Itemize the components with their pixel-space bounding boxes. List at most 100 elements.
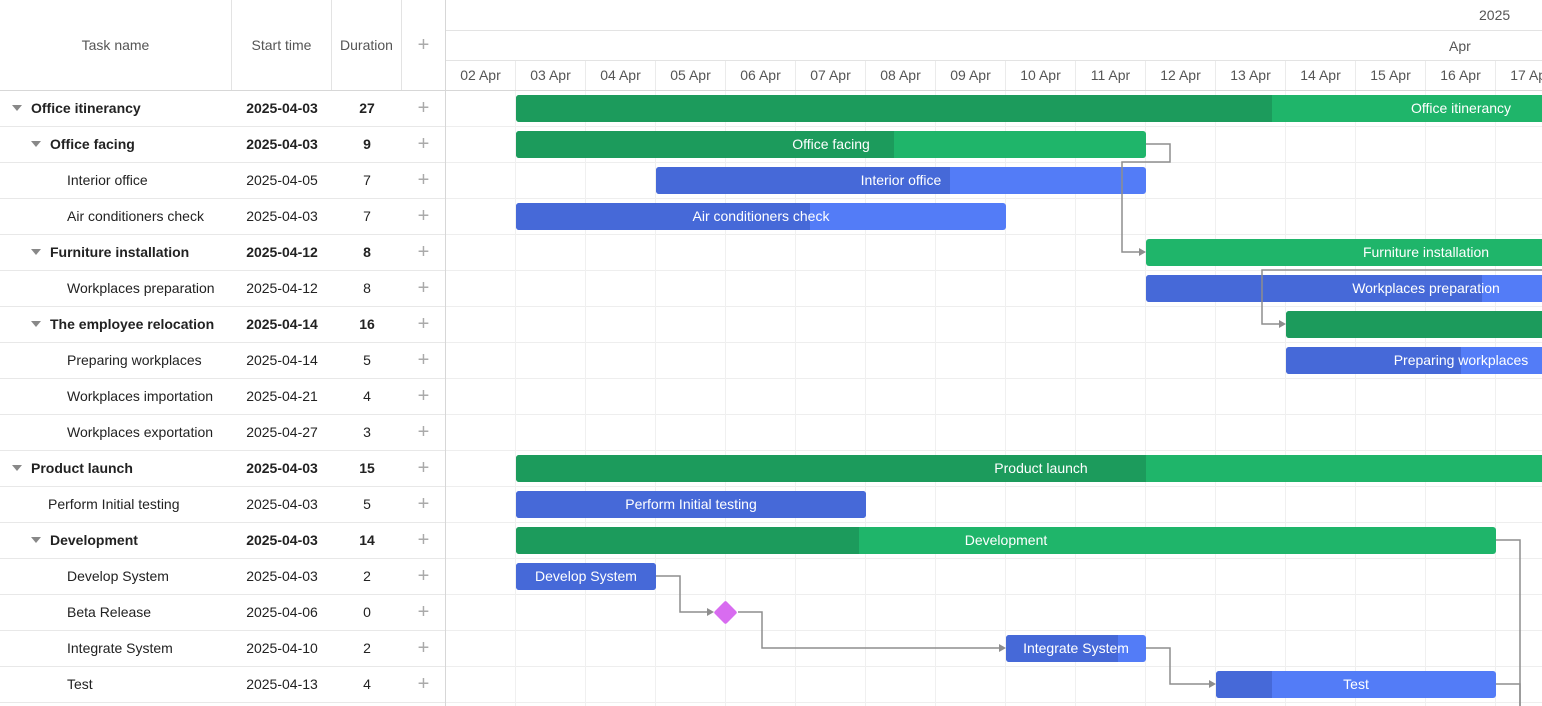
task-row[interactable]: Workplaces preparation 2025-04-12 8 + xyxy=(0,271,445,307)
task-row[interactable]: Furniture installation 2025-04-12 8 + xyxy=(0,235,445,271)
start-time-cell[interactable]: 2025-04-27 xyxy=(232,415,332,450)
duration-cell[interactable]: 8 xyxy=(332,235,402,270)
start-time-cell[interactable]: 2025-04-06 xyxy=(232,595,332,630)
task-name-cell[interactable]: The employee relocation xyxy=(0,307,232,342)
duration-cell[interactable]: 8 xyxy=(332,271,402,306)
start-time-cell[interactable]: 2025-04-21 xyxy=(232,379,332,414)
project-bar[interactable] xyxy=(1286,311,1542,338)
collapse-toggle-icon[interactable] xyxy=(31,321,41,327)
task-row[interactable]: Development 2025-04-03 14 + xyxy=(0,523,445,559)
start-time-cell[interactable]: 2025-04-05 xyxy=(232,163,332,198)
duration-cell[interactable]: 4 xyxy=(332,667,402,702)
column-header-task-name[interactable]: Task name xyxy=(0,0,232,90)
project-bar[interactable]: Office facing xyxy=(516,131,1146,158)
add-subtask-button[interactable]: + xyxy=(402,595,445,630)
project-bar[interactable]: Development xyxy=(516,527,1496,554)
task-row[interactable]: Perform Initial testing 2025-04-03 5 + xyxy=(0,487,445,523)
task-name-cell[interactable]: Interior office xyxy=(0,163,232,198)
project-bar[interactable]: Furniture installation xyxy=(1146,239,1542,266)
start-time-cell[interactable]: 2025-04-03 xyxy=(232,91,332,126)
task-row[interactable]: Preparing workplaces 2025-04-14 5 + xyxy=(0,343,445,379)
add-subtask-button[interactable]: + xyxy=(402,307,445,342)
start-time-cell[interactable]: 2025-04-03 xyxy=(232,199,332,234)
add-subtask-button[interactable]: + xyxy=(402,91,445,126)
duration-cell[interactable]: 2 xyxy=(332,559,402,594)
duration-cell[interactable]: 16 xyxy=(332,307,402,342)
collapse-toggle-icon[interactable] xyxy=(31,537,41,543)
add-subtask-button[interactable]: + xyxy=(402,559,445,594)
duration-cell[interactable]: 5 xyxy=(332,487,402,522)
start-time-cell[interactable]: 2025-04-12 xyxy=(232,235,332,270)
task-row[interactable]: Air conditioners check 2025-04-03 7 + xyxy=(0,199,445,235)
collapse-toggle-icon[interactable] xyxy=(31,141,41,147)
task-bar[interactable]: Test xyxy=(1216,671,1496,698)
duration-cell[interactable]: 14 xyxy=(332,523,402,558)
start-time-cell[interactable]: 2025-04-03 xyxy=(232,451,332,486)
task-row[interactable]: Test 2025-04-13 4 + xyxy=(0,667,445,703)
duration-cell[interactable]: 4 xyxy=(332,379,402,414)
start-time-cell[interactable]: 2025-04-03 xyxy=(232,487,332,522)
task-bar[interactable]: Preparing workplaces xyxy=(1286,347,1542,374)
add-subtask-button[interactable]: + xyxy=(402,487,445,522)
collapse-toggle-icon[interactable] xyxy=(12,465,22,471)
add-subtask-button[interactable]: + xyxy=(402,199,445,234)
task-name-cell[interactable]: Office facing xyxy=(0,127,232,162)
duration-cell[interactable]: 7 xyxy=(332,163,402,198)
add-task-header-button[interactable]: + xyxy=(402,0,445,90)
task-row[interactable]: Office itinerancy 2025-04-03 27 + xyxy=(0,91,445,127)
task-name-cell[interactable]: Integrate System xyxy=(0,631,232,666)
add-subtask-button[interactable]: + xyxy=(402,343,445,378)
task-row[interactable]: Office facing 2025-04-03 9 + xyxy=(0,127,445,163)
duration-cell[interactable]: 3 xyxy=(332,415,402,450)
collapse-toggle-icon[interactable] xyxy=(12,105,22,111)
add-subtask-button[interactable]: + xyxy=(402,163,445,198)
add-subtask-button[interactable]: + xyxy=(402,271,445,306)
add-subtask-button[interactable]: + xyxy=(402,379,445,414)
task-name-cell[interactable]: Office itinerancy xyxy=(0,91,232,126)
task-name-cell[interactable]: Perform Initial testing xyxy=(0,487,232,522)
start-time-cell[interactable]: 2025-04-10 xyxy=(232,631,332,666)
task-row[interactable]: Workplaces importation 2025-04-21 4 + xyxy=(0,379,445,415)
task-name-cell[interactable]: Workplaces preparation xyxy=(0,271,232,306)
task-row[interactable]: Product launch 2025-04-03 15 + xyxy=(0,451,445,487)
start-time-cell[interactable]: 2025-04-03 xyxy=(232,523,332,558)
duration-cell[interactable]: 5 xyxy=(332,343,402,378)
start-time-cell[interactable]: 2025-04-14 xyxy=(232,307,332,342)
column-header-start-time[interactable]: Start time xyxy=(232,0,332,90)
duration-cell[interactable]: 9 xyxy=(332,127,402,162)
task-name-cell[interactable]: Test xyxy=(0,667,232,702)
start-time-cell[interactable]: 2025-04-13 xyxy=(232,667,332,702)
task-name-cell[interactable]: Workplaces exportation xyxy=(0,415,232,450)
start-time-cell[interactable]: 2025-04-03 xyxy=(232,559,332,594)
task-bar[interactable]: Perform Initial testing xyxy=(516,491,866,518)
task-name-cell[interactable]: Furniture installation xyxy=(0,235,232,270)
collapse-toggle-icon[interactable] xyxy=(31,249,41,255)
add-subtask-button[interactable]: + xyxy=(402,631,445,666)
add-subtask-button[interactable]: + xyxy=(402,523,445,558)
add-subtask-button[interactable]: + xyxy=(402,235,445,270)
task-name-cell[interactable]: Air conditioners check xyxy=(0,199,232,234)
task-bar[interactable]: Interior office xyxy=(656,167,1146,194)
task-row[interactable]: Workplaces exportation 2025-04-27 3 + xyxy=(0,415,445,451)
task-name-cell[interactable]: Beta Release xyxy=(0,595,232,630)
task-name-cell[interactable]: Develop System xyxy=(0,559,232,594)
duration-cell[interactable]: 15 xyxy=(332,451,402,486)
start-time-cell[interactable]: 2025-04-03 xyxy=(232,127,332,162)
duration-cell[interactable]: 27 xyxy=(332,91,402,126)
column-header-duration[interactable]: Duration xyxy=(332,0,402,90)
add-subtask-button[interactable]: + xyxy=(402,451,445,486)
task-row[interactable]: Integrate System 2025-04-10 2 + xyxy=(0,631,445,667)
task-name-cell[interactable]: Product launch xyxy=(0,451,232,486)
task-row[interactable]: Interior office 2025-04-05 7 + xyxy=(0,163,445,199)
task-name-cell[interactable]: Workplaces importation xyxy=(0,379,232,414)
start-time-cell[interactable]: 2025-04-12 xyxy=(232,271,332,306)
task-row[interactable]: The employee relocation 2025-04-14 16 + xyxy=(0,307,445,343)
start-time-cell[interactable]: 2025-04-14 xyxy=(232,343,332,378)
add-subtask-button[interactable]: + xyxy=(402,127,445,162)
duration-cell[interactable]: 2 xyxy=(332,631,402,666)
task-row[interactable]: Develop System 2025-04-03 2 + xyxy=(0,559,445,595)
duration-cell[interactable]: 7 xyxy=(332,199,402,234)
add-subtask-button[interactable]: + xyxy=(402,415,445,450)
project-bar[interactable]: Office itinerancy xyxy=(516,95,1542,122)
task-bar[interactable]: Workplaces preparation xyxy=(1146,275,1542,302)
